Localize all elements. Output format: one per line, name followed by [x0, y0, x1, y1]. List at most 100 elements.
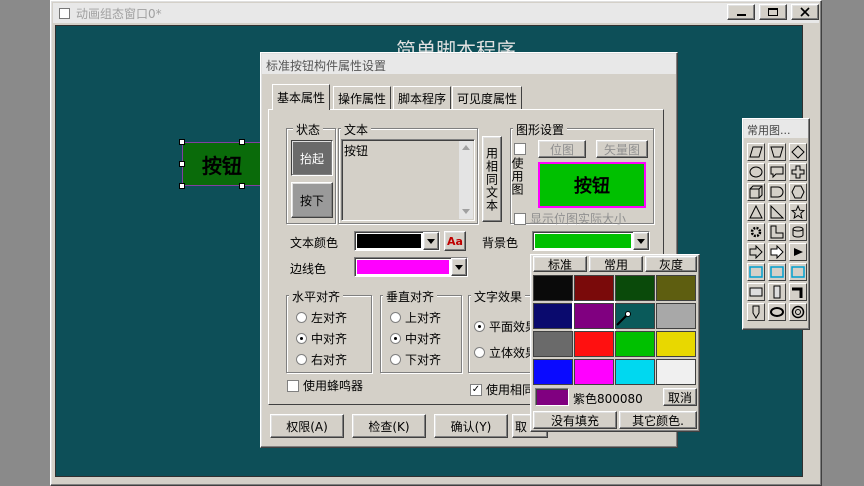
- v-align-middle-radio[interactable]: 中对齐: [390, 330, 441, 347]
- 3d-effect-radio[interactable]: 立体效果: [474, 344, 537, 361]
- palette-tool-button[interactable]: [789, 163, 807, 181]
- palette-tool-button[interactable]: [789, 223, 807, 241]
- checkbox-box: [514, 143, 526, 155]
- confirm-button[interactable]: 确认(Y): [434, 414, 508, 438]
- text-color-dropdown[interactable]: [423, 232, 439, 250]
- gear-icon: [750, 226, 762, 238]
- font-button[interactable]: Aa: [444, 231, 466, 251]
- palette-tool-button[interactable]: [789, 303, 807, 321]
- selection-handle[interactable]: [179, 161, 185, 167]
- palette-tool-button[interactable]: [789, 263, 807, 281]
- color-swatch[interactable]: [574, 359, 614, 385]
- bitmap-button[interactable]: 位图: [538, 140, 586, 158]
- window-close-button[interactable]: [791, 4, 819, 20]
- window-app-icon: [59, 7, 70, 19]
- palette-tool-button[interactable]: [768, 183, 786, 201]
- palette-tool-button[interactable]: [768, 263, 786, 281]
- h-align-right-radio[interactable]: 右对齐: [296, 351, 347, 368]
- picker-tab-grayscale[interactable]: 灰度: [645, 256, 697, 272]
- border-color-select[interactable]: [354, 257, 468, 277]
- tab-visibility[interactable]: 可见度属性: [452, 86, 523, 110]
- palette-tool-button[interactable]: [768, 283, 786, 301]
- v-align-top-radio[interactable]: 上对齐: [390, 309, 441, 326]
- color-swatch[interactable]: [615, 359, 655, 385]
- color-swatch[interactable]: [615, 275, 655, 301]
- cube-icon: [749, 185, 763, 199]
- state-up-button[interactable]: 抬起: [291, 140, 333, 176]
- selection-handle[interactable]: [179, 183, 185, 189]
- color-swatch[interactable]: [533, 359, 573, 385]
- palette-tool-button[interactable]: [747, 143, 765, 161]
- color-swatch[interactable]: [615, 331, 655, 357]
- palette-tool-button[interactable]: [768, 243, 786, 261]
- tab-operation-properties[interactable]: 操作属性: [333, 86, 392, 110]
- h-align-center-radio[interactable]: 中对齐: [296, 330, 347, 347]
- show-actual-size-checkbox[interactable]: 显示位图实际大小: [514, 210, 626, 227]
- selection-handle[interactable]: [239, 183, 245, 189]
- picker-tab-common[interactable]: 常用: [589, 256, 643, 272]
- flat-effect-radio[interactable]: 平面效果: [474, 318, 537, 335]
- palette-tool-button[interactable]: [747, 263, 765, 281]
- palette-tool-button[interactable]: [768, 203, 786, 221]
- color-swatch[interactable]: [533, 331, 573, 357]
- picker-tab-label: 标准: [547, 257, 572, 272]
- palette-tool-button[interactable]: [768, 303, 786, 321]
- permission-label: 权限(A): [286, 419, 328, 434]
- permission-button[interactable]: 权限(A): [270, 414, 344, 438]
- picker-tab-standard[interactable]: 标准: [533, 256, 587, 272]
- color-swatch[interactable]: [533, 275, 573, 301]
- palette-tool-button[interactable]: [747, 303, 765, 321]
- radio-dot: [390, 333, 401, 344]
- palette-tool-button[interactable]: [789, 183, 807, 201]
- other-colors-button[interactable]: 其它颜色.: [619, 411, 697, 429]
- palette-tool-button[interactable]: [747, 223, 765, 241]
- color-swatch[interactable]: [574, 275, 614, 301]
- border-color-dropdown[interactable]: [451, 258, 467, 276]
- palette-tool-button[interactable]: [789, 203, 807, 221]
- color-swatch[interactable]: [533, 303, 573, 329]
- window-minimize-button[interactable]: [727, 4, 755, 20]
- use-buzzer-checkbox[interactable]: 使用蜂鸣器: [287, 377, 363, 394]
- palette-tool-button[interactable]: [747, 163, 765, 181]
- color-swatch[interactable]: [656, 303, 696, 329]
- palette-tool-button[interactable]: [747, 283, 765, 301]
- picker-cancel-button[interactable]: 取消: [663, 388, 697, 406]
- window-maximize-button[interactable]: [759, 4, 787, 20]
- palette-tool-button[interactable]: [789, 143, 807, 161]
- radio-label: 下对齐: [405, 353, 442, 367]
- bg-color-select[interactable]: [532, 231, 650, 251]
- palette-tool-button[interactable]: [747, 243, 765, 261]
- palette-tool-button[interactable]: [768, 143, 786, 161]
- h-align-left-radio[interactable]: 左对齐: [296, 309, 347, 326]
- selection-handle[interactable]: [239, 139, 245, 145]
- scroll-down-icon: [462, 209, 470, 214]
- use-same-checkbox[interactable]: ✓ 使用相同: [470, 381, 534, 398]
- palette-tool-button[interactable]: [768, 223, 786, 241]
- palette-tool-button[interactable]: [789, 243, 807, 261]
- same-text-button[interactable]: 用相同文本: [482, 136, 502, 222]
- tab-label: 可见度属性: [457, 92, 518, 106]
- no-fill-button[interactable]: 没有填充: [533, 411, 617, 429]
- color-swatch[interactable]: [656, 331, 696, 357]
- state-down-button[interactable]: 按下: [291, 182, 333, 218]
- color-swatch[interactable]: [574, 331, 614, 357]
- bg-color-dropdown[interactable]: [633, 232, 649, 250]
- palette-tool-button[interactable]: [747, 203, 765, 221]
- tab-script[interactable]: 脚本程序: [393, 86, 452, 110]
- tab-basic-properties[interactable]: 基本属性: [272, 84, 331, 110]
- palette-tool-button[interactable]: [789, 283, 807, 301]
- vector-button[interactable]: 矢量图: [596, 140, 648, 158]
- text-input[interactable]: 按钮: [341, 139, 475, 221]
- palette-tool-button[interactable]: [747, 183, 765, 201]
- selection-handle[interactable]: [179, 139, 185, 145]
- color-swatch[interactable]: [656, 359, 696, 385]
- color-swatch[interactable]: [656, 275, 696, 301]
- canvas-button[interactable]: 按钮: [182, 142, 262, 186]
- text-color-select[interactable]: [354, 231, 440, 251]
- use-image-checkbox[interactable]: [514, 143, 526, 155]
- palette-tool-button[interactable]: [768, 163, 786, 181]
- color-swatch[interactable]: [572, 301, 616, 331]
- text-scrollbar[interactable]: [459, 141, 473, 219]
- v-align-bottom-radio[interactable]: 下对齐: [390, 351, 441, 368]
- check-button[interactable]: 检查(K): [352, 414, 426, 438]
